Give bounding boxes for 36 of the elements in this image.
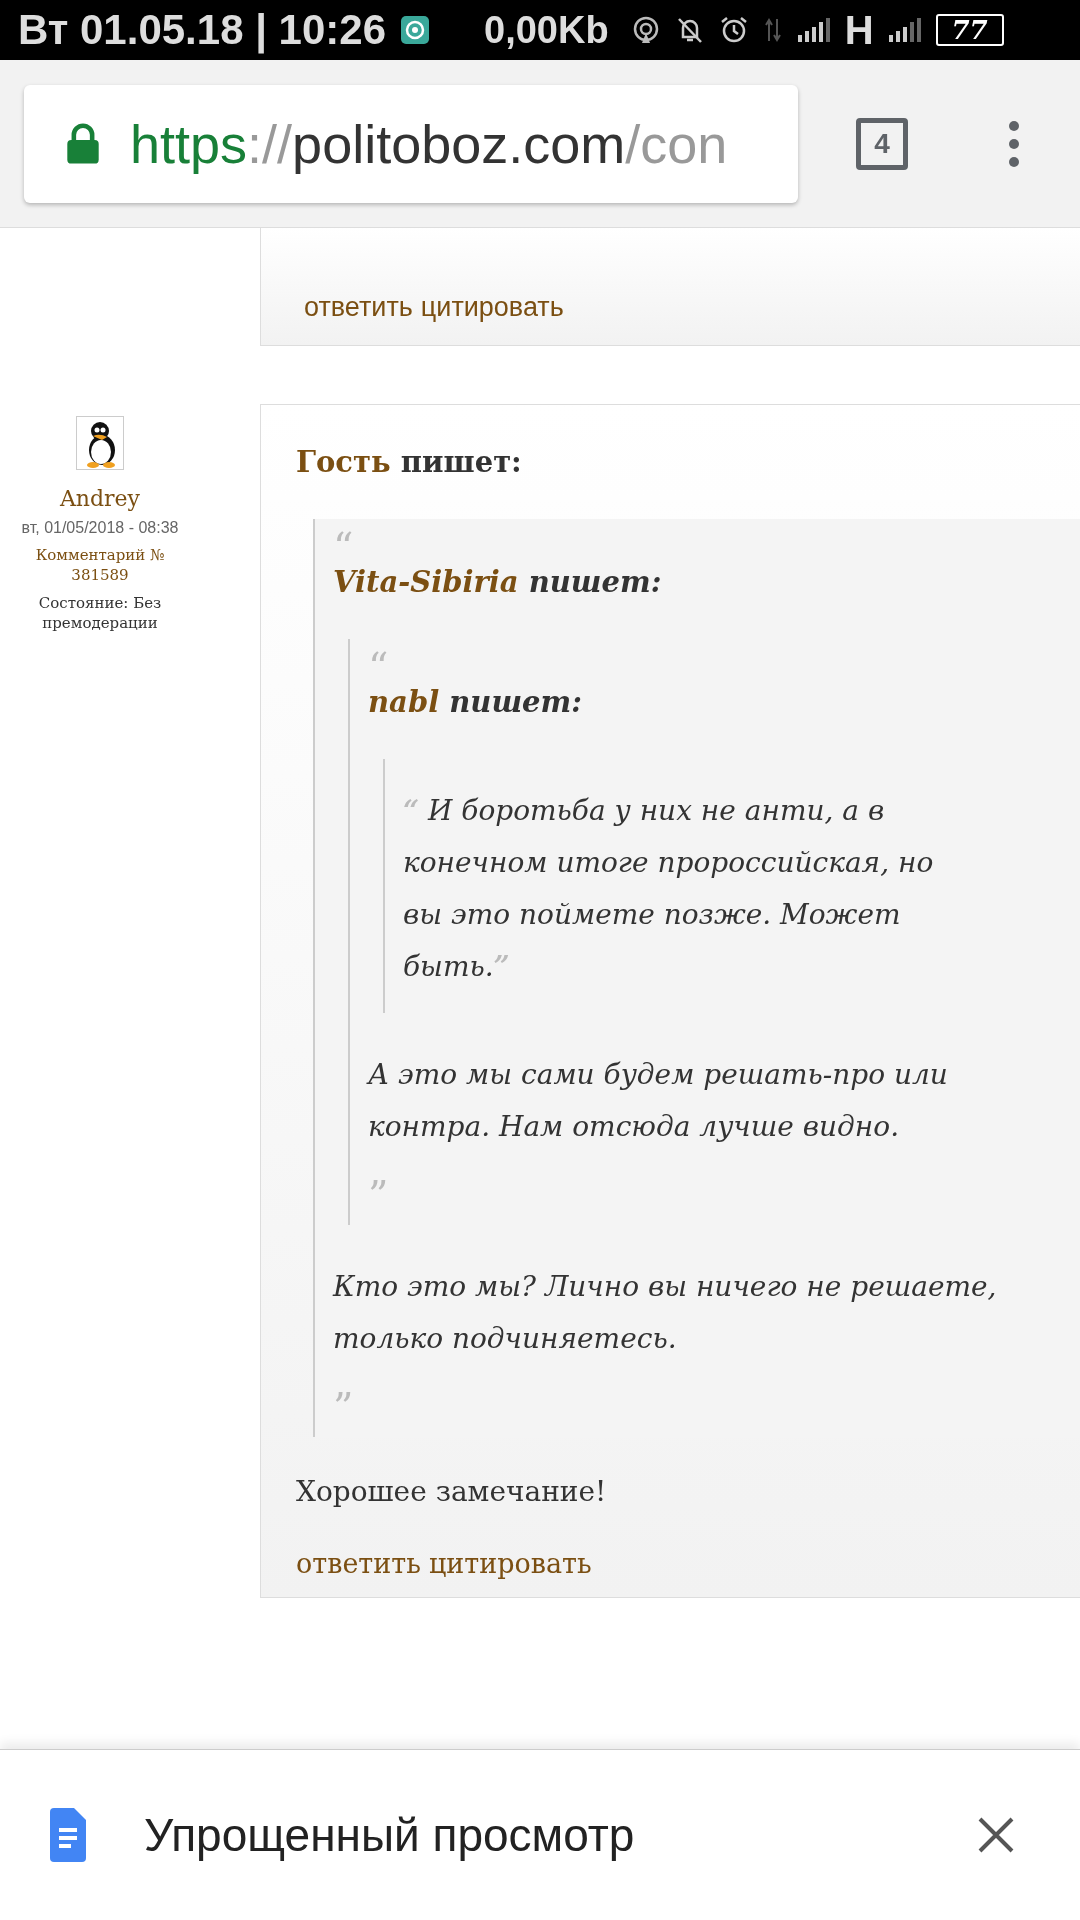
comment-action-link[interactable]: цитировать bbox=[428, 1548, 592, 1579]
quote-text: Кто это мы? Лично вы ничего не решаете, только подчиняетесь. bbox=[333, 1269, 998, 1357]
battery-level: 77 bbox=[935, 14, 1004, 46]
comment-text: Хорошее замечание! bbox=[296, 1475, 608, 1508]
opening-quote-mark: “ bbox=[368, 647, 389, 681]
lock-icon bbox=[66, 122, 100, 165]
app-notification-icon bbox=[400, 15, 430, 45]
comment-date: вт, 01/05/2018 - 08:38 bbox=[21, 519, 179, 537]
data-rate: 0,00Kb bbox=[484, 8, 609, 52]
comment-action-link[interactable]: цитировать bbox=[420, 292, 564, 323]
quote-author-line: Vita-Sibiria пишет: bbox=[333, 565, 663, 599]
moderation-state: Состояние: Без премодерации bbox=[37, 593, 163, 633]
closing-quote-mark: ” bbox=[333, 1387, 355, 1427]
quote-text: “ И боротьба у них не анти, а в конечном итоге пророссийская, но вы это поймете позже. Может быть.” bbox=[403, 793, 935, 985]
comment-number-link[interactable]: Комментарий № 381589 bbox=[25, 545, 175, 585]
opening-quote-mark: “ bbox=[333, 527, 354, 561]
penguin-avatar-icon bbox=[76, 416, 124, 470]
document-icon bbox=[50, 1808, 86, 1862]
author-name-link[interactable]: Andrey bbox=[59, 486, 141, 511]
url-text: https://politoboz.com/con bbox=[130, 112, 728, 175]
signal-icon bbox=[796, 17, 831, 43]
address-field[interactable]: https://politoboz.com/con bbox=[24, 84, 798, 203]
status-datetime: Вт 01.05.18 | 10:26 bbox=[18, 6, 386, 54]
closing-quote-mark: ” bbox=[368, 1175, 390, 1215]
comment-action-link[interactable]: ответить bbox=[304, 292, 413, 323]
menu-icon[interactable] bbox=[1008, 119, 1020, 168]
tab-count-button[interactable]: 4 bbox=[856, 117, 908, 170]
comment-action-link[interactable]: ответить bbox=[296, 1548, 421, 1579]
simplified-view-label: Упрощенный просмотр bbox=[144, 1808, 636, 1862]
quote-author-line: Гость пишет: bbox=[296, 445, 523, 479]
close-icon[interactable] bbox=[976, 1815, 1016, 1855]
signal-icon bbox=[887, 17, 922, 43]
quote-text: А это мы сами будем решать-про или контра. Нам отсюда лучше видно. bbox=[368, 1057, 949, 1145]
simplified-view-bar[interactable]: Упрощенный просмотр bbox=[0, 1749, 1080, 1920]
quote-author-line: nabl пишет: bbox=[368, 685, 583, 719]
network-type: H bbox=[844, 7, 874, 53]
